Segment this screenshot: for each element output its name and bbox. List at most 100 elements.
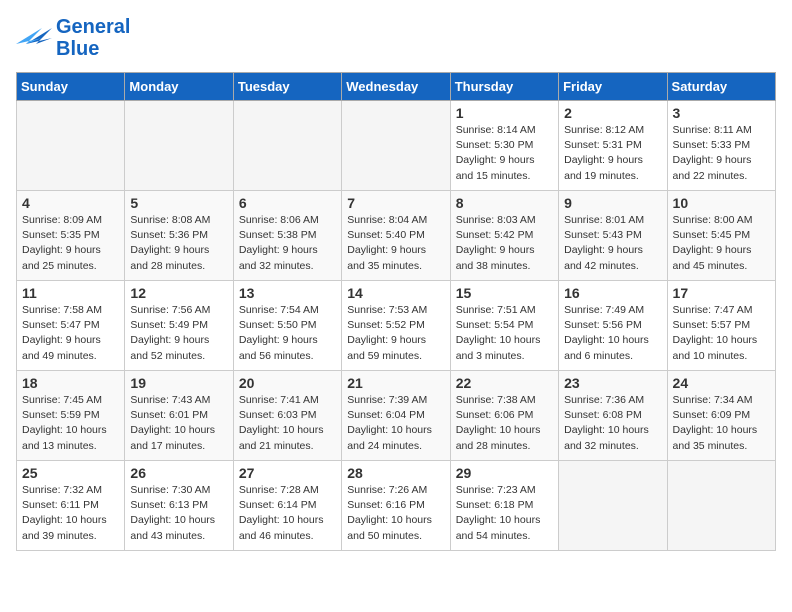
day-number: 7 bbox=[347, 195, 444, 211]
day-number: 18 bbox=[22, 375, 119, 391]
day-info: Sunrise: 7:30 AM Sunset: 6:13 PM Dayligh… bbox=[130, 483, 227, 544]
column-header-thursday: Thursday bbox=[450, 73, 558, 101]
logo: General Blue bbox=[16, 16, 130, 60]
day-info: Sunrise: 8:11 AM Sunset: 5:33 PM Dayligh… bbox=[673, 123, 770, 184]
day-cell bbox=[667, 461, 775, 551]
day-cell: 26 Sunrise: 7:30 AM Sunset: 6:13 PM Dayli… bbox=[125, 461, 233, 551]
day-info: Sunrise: 8:00 AM Sunset: 5:45 PM Dayligh… bbox=[673, 213, 770, 274]
day-cell bbox=[342, 101, 450, 191]
day-number: 6 bbox=[239, 195, 336, 211]
day-number: 2 bbox=[564, 105, 661, 121]
column-header-saturday: Saturday bbox=[667, 73, 775, 101]
day-cell: 12Sunrise: 7:56 AM Sunset: 5:49 PM Dayli… bbox=[125, 281, 233, 371]
day-number: 29 bbox=[456, 465, 553, 481]
day-cell: 22 Sunrise: 7:38 AM Sunset: 6:06 PM Dayli… bbox=[450, 371, 558, 461]
day-number: 26 bbox=[130, 465, 227, 481]
day-info: Sunrise: 8:06 AM Sunset: 5:38 PM Dayligh… bbox=[239, 213, 336, 274]
day-cell bbox=[559, 461, 667, 551]
day-info: Sunrise: 7:39 AM Sunset: 6:04 PM Dayligh… bbox=[347, 393, 444, 454]
day-cell: 9 Sunrise: 8:01 AM Sunset: 5:43 PM Daylig… bbox=[559, 191, 667, 281]
day-info: Sunrise: 8:12 AM Sunset: 5:31 PM Dayligh… bbox=[564, 123, 661, 184]
day-number: 1 bbox=[456, 105, 553, 121]
day-cell: 15 Sunrise: 7:51 AM Sunset: 5:54 PM Dayli… bbox=[450, 281, 558, 371]
day-cell: 18 Sunrise: 7:45 AM Sunset: 5:59 PM Dayli… bbox=[17, 371, 125, 461]
day-number: 27 bbox=[239, 465, 336, 481]
day-number: 25 bbox=[22, 465, 119, 481]
day-cell: 16 Sunrise: 7:49 AM Sunset: 5:56 PM Dayli… bbox=[559, 281, 667, 371]
day-cell bbox=[125, 101, 233, 191]
day-cell: 5 Sunrise: 8:08 AM Sunset: 5:36 PM Daylig… bbox=[125, 191, 233, 281]
day-cell: 28 Sunrise: 7:26 AM Sunset: 6:16 PM Dayli… bbox=[342, 461, 450, 551]
column-header-friday: Friday bbox=[559, 73, 667, 101]
day-cell: 20Sunrise: 7:41 AM Sunset: 6:03 PM Dayli… bbox=[233, 371, 341, 461]
column-header-sunday: Sunday bbox=[17, 73, 125, 101]
day-number: 3 bbox=[673, 105, 770, 121]
day-info: Sunrise: 7:58 AM Sunset: 5:47 PM Dayligh… bbox=[22, 303, 119, 364]
day-number: 21 bbox=[347, 375, 444, 391]
day-cell: 8Sunrise: 8:03 AM Sunset: 5:42 PM Daylig… bbox=[450, 191, 558, 281]
day-info: Sunrise: 7:47 AM Sunset: 5:57 PM Dayligh… bbox=[673, 303, 770, 364]
day-info: Sunrise: 7:56 AM Sunset: 5:49 PM Dayligh… bbox=[130, 303, 227, 364]
day-number: 14 bbox=[347, 285, 444, 301]
day-info: Sunrise: 7:53 AM Sunset: 5:52 PM Dayligh… bbox=[347, 303, 444, 364]
day-info: Sunrise: 7:45 AM Sunset: 5:59 PM Dayligh… bbox=[22, 393, 119, 454]
day-info: Sunrise: 8:03 AM Sunset: 5:42 PM Dayligh… bbox=[456, 213, 553, 274]
day-cell: 29 Sunrise: 7:23 AM Sunset: 6:18 PM Dayli… bbox=[450, 461, 558, 551]
day-cell: 4Sunrise: 8:09 AM Sunset: 5:35 PM Daylig… bbox=[17, 191, 125, 281]
day-info: Sunrise: 8:09 AM Sunset: 5:35 PM Dayligh… bbox=[22, 213, 119, 274]
day-number: 17 bbox=[673, 285, 770, 301]
calendar-table: SundayMondayTuesdayWednesdayThursdayFrid… bbox=[16, 72, 776, 551]
logo-text: General Blue bbox=[56, 16, 130, 60]
week-row-5: 25 Sunrise: 7:32 AM Sunset: 6:11 PM Dayli… bbox=[17, 461, 776, 551]
day-number: 19 bbox=[130, 375, 227, 391]
day-info: Sunrise: 7:26 AM Sunset: 6:16 PM Dayligh… bbox=[347, 483, 444, 544]
day-number: 16 bbox=[564, 285, 661, 301]
column-header-wednesday: Wednesday bbox=[342, 73, 450, 101]
column-header-monday: Monday bbox=[125, 73, 233, 101]
week-row-2: 4Sunrise: 8:09 AM Sunset: 5:35 PM Daylig… bbox=[17, 191, 776, 281]
day-number: 13 bbox=[239, 285, 336, 301]
day-cell: 3 Sunrise: 8:11 AM Sunset: 5:33 PM Daylig… bbox=[667, 101, 775, 191]
day-cell: 10Sunrise: 8:00 AM Sunset: 5:45 PM Dayli… bbox=[667, 191, 775, 281]
day-info: Sunrise: 7:28 AM Sunset: 6:14 PM Dayligh… bbox=[239, 483, 336, 544]
column-header-tuesday: Tuesday bbox=[233, 73, 341, 101]
day-cell: 27 Sunrise: 7:28 AM Sunset: 6:14 PM Dayli… bbox=[233, 461, 341, 551]
day-number: 15 bbox=[456, 285, 553, 301]
day-number: 5 bbox=[130, 195, 227, 211]
day-cell: 23Sunrise: 7:36 AM Sunset: 6:08 PM Dayli… bbox=[559, 371, 667, 461]
day-info: Sunrise: 7:34 AM Sunset: 6:09 PM Dayligh… bbox=[673, 393, 770, 454]
day-number: 9 bbox=[564, 195, 661, 211]
day-info: Sunrise: 7:49 AM Sunset: 5:56 PM Dayligh… bbox=[564, 303, 661, 364]
day-cell: 11 Sunrise: 7:58 AM Sunset: 5:47 PM Dayli… bbox=[17, 281, 125, 371]
day-number: 28 bbox=[347, 465, 444, 481]
day-number: 11 bbox=[22, 285, 119, 301]
day-info: Sunrise: 8:14 AM Sunset: 5:30 PM Dayligh… bbox=[456, 123, 553, 184]
day-cell: 21 Sunrise: 7:39 AM Sunset: 6:04 PM Dayli… bbox=[342, 371, 450, 461]
logo-bird-icon bbox=[16, 24, 52, 52]
day-number: 20 bbox=[239, 375, 336, 391]
day-info: Sunrise: 8:08 AM Sunset: 5:36 PM Dayligh… bbox=[130, 213, 227, 274]
week-row-3: 11 Sunrise: 7:58 AM Sunset: 5:47 PM Dayli… bbox=[17, 281, 776, 371]
day-info: Sunrise: 7:32 AM Sunset: 6:11 PM Dayligh… bbox=[22, 483, 119, 544]
day-cell: 2 Sunrise: 8:12 AM Sunset: 5:31 PM Daylig… bbox=[559, 101, 667, 191]
day-cell: 7 Sunrise: 8:04 AM Sunset: 5:40 PM Daylig… bbox=[342, 191, 450, 281]
day-cell: 6 Sunrise: 8:06 AM Sunset: 5:38 PM Daylig… bbox=[233, 191, 341, 281]
day-info: Sunrise: 7:38 AM Sunset: 6:06 PM Dayligh… bbox=[456, 393, 553, 454]
day-number: 24 bbox=[673, 375, 770, 391]
week-row-4: 18 Sunrise: 7:45 AM Sunset: 5:59 PM Dayli… bbox=[17, 371, 776, 461]
day-info: Sunrise: 7:54 AM Sunset: 5:50 PM Dayligh… bbox=[239, 303, 336, 364]
day-cell: 19Sunrise: 7:43 AM Sunset: 6:01 PM Dayli… bbox=[125, 371, 233, 461]
day-number: 23 bbox=[564, 375, 661, 391]
day-info: Sunrise: 8:01 AM Sunset: 5:43 PM Dayligh… bbox=[564, 213, 661, 274]
day-info: Sunrise: 7:23 AM Sunset: 6:18 PM Dayligh… bbox=[456, 483, 553, 544]
header-row: SundayMondayTuesdayWednesdayThursdayFrid… bbox=[17, 73, 776, 101]
day-number: 22 bbox=[456, 375, 553, 391]
day-cell: 13 Sunrise: 7:54 AM Sunset: 5:50 PM Dayli… bbox=[233, 281, 341, 371]
day-cell: 25 Sunrise: 7:32 AM Sunset: 6:11 PM Dayli… bbox=[17, 461, 125, 551]
day-info: Sunrise: 8:04 AM Sunset: 5:40 PM Dayligh… bbox=[347, 213, 444, 274]
day-cell bbox=[233, 101, 341, 191]
day-info: Sunrise: 7:51 AM Sunset: 5:54 PM Dayligh… bbox=[456, 303, 553, 364]
day-cell: 17 Sunrise: 7:47 AM Sunset: 5:57 PM Dayli… bbox=[667, 281, 775, 371]
page-header: General Blue bbox=[16, 16, 776, 60]
day-cell: 14 Sunrise: 7:53 AM Sunset: 5:52 PM Dayli… bbox=[342, 281, 450, 371]
